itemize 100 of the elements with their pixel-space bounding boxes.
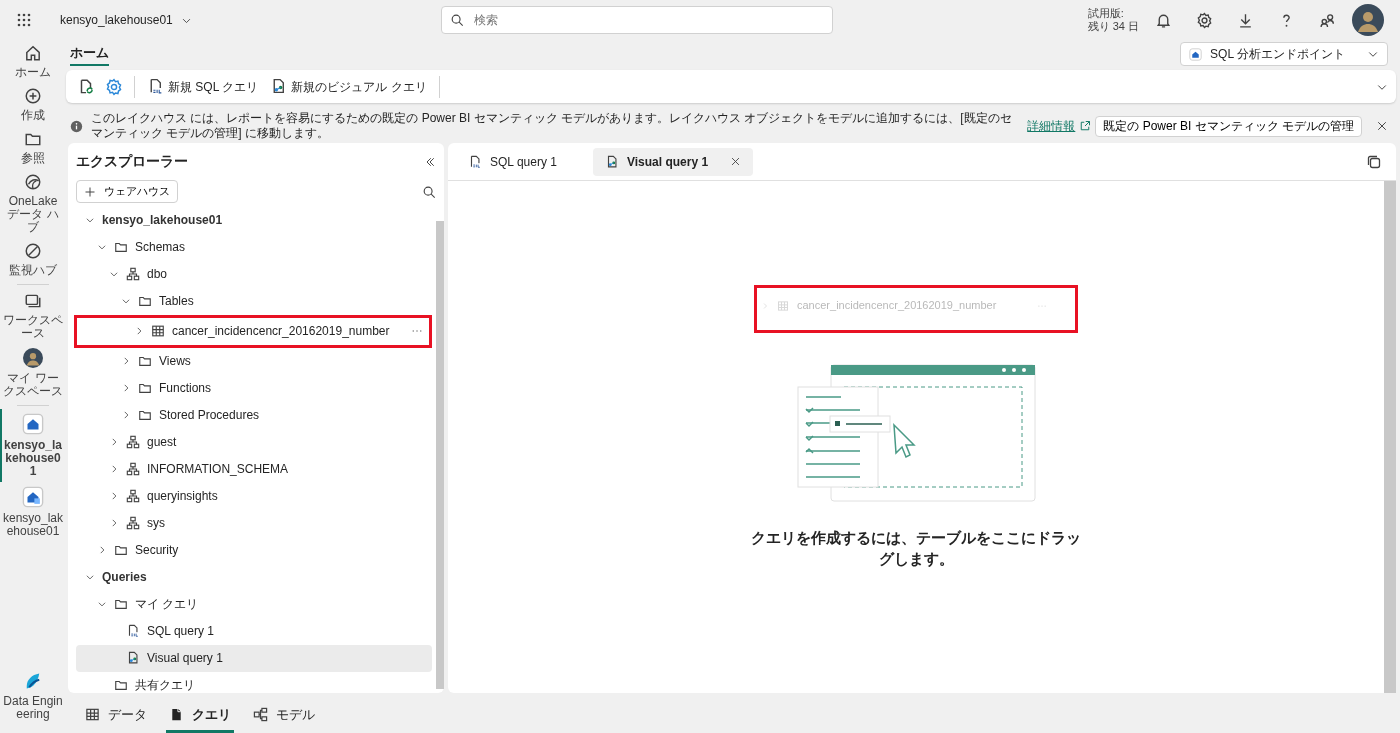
globe-icon (24, 173, 42, 191)
editor-tab[interactable]: Visual query 1 (592, 147, 754, 176)
folder-icon (114, 597, 128, 612)
tree-item[interactable]: cancer_incidencencr_20162019_number (77, 317, 429, 345)
tree-item[interactable]: kensyo_lakehouse01 (76, 206, 432, 234)
close-icon[interactable] (1376, 120, 1388, 133)
nav-item[interactable]: 作成 (0, 83, 64, 126)
workspace-selector[interactable]: kensyo_lakehouse01 (56, 8, 196, 32)
tree-item[interactable]: Views (76, 347, 432, 375)
tree-item[interactable]: guest (76, 428, 432, 456)
tree-item[interactable]: Visual query 1 (76, 644, 432, 672)
empty-state-message: クエリを作成するには、テーブルをここにドラッグします。 (751, 528, 1081, 570)
nav-item[interactable]: OneLake データ ハブ (0, 169, 64, 238)
house-icon (22, 413, 44, 435)
scrollbar[interactable] (436, 220, 444, 690)
tree-item[interactable]: Schemas (76, 233, 432, 261)
nav-item[interactable]: 監視ハブ (0, 238, 64, 281)
tree-item[interactable]: 共有クエリ (76, 671, 432, 694)
table-icon (151, 324, 165, 339)
ribbon-tab[interactable]: ホーム (70, 42, 109, 67)
download-icon[interactable] (1237, 11, 1254, 29)
nav-item[interactable]: ホーム (0, 40, 64, 83)
trial-status: 試用版: 残り 34 日 (1087, 7, 1139, 33)
chevron-right-icon[interactable] (121, 356, 131, 367)
nav-item[interactable]: 参照 (0, 126, 64, 169)
table-icon (85, 706, 100, 722)
new-sql-query-button[interactable]: 新規 SQL クエリ (143, 74, 263, 99)
tree-item[interactable]: queryinsights (76, 482, 432, 510)
chevron-right-icon[interactable] (121, 410, 131, 421)
chevron-right-icon[interactable] (109, 464, 119, 475)
manage-model-button[interactable]: 既定の Power BI セマンティック モデルの管理 (1095, 115, 1362, 137)
document-icon (169, 706, 184, 722)
hierarchy-icon (126, 462, 140, 477)
add-warehouse-button[interactable]: ウェアハウス (76, 180, 178, 203)
folder-icon (138, 354, 152, 369)
sql-file-icon (126, 624, 140, 639)
chevron-right-icon[interactable] (97, 545, 107, 556)
folder-icon (138, 408, 152, 423)
close-icon[interactable] (730, 156, 742, 168)
home-icon (24, 44, 42, 62)
nav-item[interactable]: kensyo_lakehouse01 (0, 409, 64, 482)
notifications-icon[interactable] (1155, 11, 1172, 29)
info-message: このレイクハウス には、レポートを容易にするための既定の Power BI セマンティック モデルがあります。レイクハウス オブジェクトをモデルに追加するには、[既定のセマンティック モデルの管理] に移動します。 (91, 111, 1013, 142)
tree-item[interactable]: sys (76, 509, 432, 537)
folder-icon (138, 294, 152, 309)
house-icon (22, 486, 44, 508)
hierarchy-icon (126, 489, 140, 504)
tree-item[interactable]: Stored Procedures (76, 401, 432, 429)
copy-icon[interactable] (1366, 153, 1382, 170)
hierarchy-icon (126, 267, 140, 282)
stacked-windows-icon (24, 292, 42, 310)
user-avatar[interactable] (1352, 4, 1384, 36)
settings-icon[interactable] (105, 77, 123, 96)
search-field[interactable]: 検索 (440, 6, 833, 34)
chevron-right-icon[interactable] (109, 491, 119, 502)
chevron-right-icon[interactable] (109, 518, 119, 529)
scrollbar[interactable] (1384, 181, 1396, 694)
hierarchy-icon (126, 435, 140, 450)
collapse-panel-icon[interactable] (424, 155, 436, 168)
table-icon (777, 299, 789, 312)
tree-item[interactable]: Security (76, 536, 432, 564)
apps-icon[interactable] (16, 12, 32, 28)
plus-icon (84, 185, 96, 198)
blocked-circle-icon (24, 242, 42, 260)
view-tab[interactable]: クエリ (166, 698, 234, 733)
info-icon (70, 119, 83, 133)
editor-tab[interactable]: SQL query 1 (456, 147, 569, 176)
search-input[interactable]: 検索 (471, 10, 824, 30)
folder-icon (114, 678, 128, 693)
chevron-right-icon[interactable] (109, 437, 119, 448)
folder-icon (114, 543, 128, 558)
plus-circle-icon (24, 87, 42, 105)
tree-item[interactable]: マイ クエリ (76, 590, 432, 618)
view-tab[interactable]: データ (82, 698, 150, 733)
avatar-icon (23, 348, 43, 368)
mode-dropdown[interactable]: SQL 分析エンドポイント (1180, 42, 1388, 67)
nav-item[interactable]: ワークスペース (0, 288, 64, 344)
chevron-right-icon[interactable] (134, 326, 144, 337)
chevron-right-icon[interactable] (121, 383, 131, 394)
tree-item[interactable]: Tables (76, 287, 432, 315)
external-link-icon (1079, 120, 1092, 133)
view-tab[interactable]: モデル (250, 698, 318, 733)
tree-item[interactable]: Queries (76, 563, 432, 591)
sql-file-icon (468, 154, 482, 169)
folder-icon (138, 381, 152, 396)
tree-item[interactable]: Functions (76, 374, 432, 402)
diagram-icon (253, 706, 268, 722)
nav-item[interactable]: Data Engineering (0, 667, 64, 725)
settings-icon[interactable] (1196, 11, 1213, 29)
share-icon[interactable] (1319, 11, 1336, 29)
tree-item[interactable]: INFORMATION_SCHEMA (76, 455, 432, 483)
tree-item[interactable]: dbo (76, 260, 432, 288)
search-icon[interactable] (422, 184, 436, 199)
learn-more-link[interactable]: 詳細情報 (1027, 118, 1076, 134)
new-visual-query-button[interactable]: 新規のビジュアル クエリ (266, 74, 431, 99)
nav-item[interactable]: kensyo_lakehouse01 (0, 482, 64, 542)
folder-icon (114, 240, 128, 255)
nav-item[interactable]: マイ ワークスペース (0, 344, 64, 402)
tree-item[interactable]: SQL query 1 (76, 617, 432, 645)
search-icon (449, 13, 464, 27)
